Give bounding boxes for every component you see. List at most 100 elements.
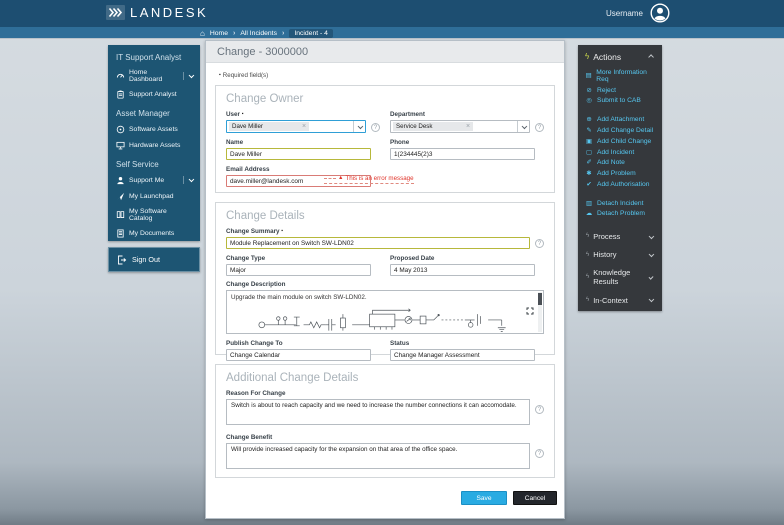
change-benefit-field[interactable]: Will provide increased capacity for the … [226, 443, 530, 469]
section-in-context[interactable]: ϟIn-Context [585, 291, 655, 309]
pin-icon: ϟ [586, 297, 589, 303]
section-process[interactable]: ϟProcess [585, 227, 655, 245]
reason-for-change-field[interactable]: Switch is about to reach capacity and we… [226, 399, 530, 425]
proposed-date-label: Proposed Date [390, 255, 535, 262]
sidebar-item-my-software-catalog[interactable]: My Software Catalog [114, 204, 194, 225]
landesk-logo: LANDESK [106, 5, 208, 20]
change-type-label: Change Type [226, 255, 371, 262]
sidebar-item-support-analyst[interactable]: Support Analyst [114, 86, 194, 102]
submit-icon: ◎ [585, 97, 593, 104]
phone-field[interactable]: 1(234445(2)3 [390, 148, 535, 160]
action-add-note[interactable]: ✐Add Note [585, 157, 655, 168]
action-add-attachment[interactable]: ⊕Add Attachment [585, 114, 655, 125]
change-description-label: Change Description [226, 281, 544, 288]
proposed-date-field[interactable]: 4 May 2013 [390, 264, 535, 276]
cancel-button[interactable]: Cancel [513, 491, 557, 505]
chevron-up-icon [648, 55, 653, 60]
sidebar-item-home-dashboard[interactable]: Home Dashboard [114, 65, 194, 86]
dropdown-cell [517, 121, 529, 132]
note-icon: ✐ [585, 159, 593, 166]
section-heading: Additional Change Details [226, 372, 544, 384]
expand-chevron-icon[interactable] [183, 176, 193, 184]
scrollbar-track[interactable] [538, 292, 542, 332]
top-header: LANDESK Username [0, 0, 784, 27]
action-reject[interactable]: ⊘Reject [585, 85, 655, 96]
sidebar-item-my-launchpad[interactable]: My Launchpad [114, 188, 194, 204]
pin-icon: ϟ [586, 274, 589, 280]
name-field[interactable]: Dave Miller [226, 148, 371, 160]
breadcrumb-all-incidents[interactable]: All Incidents [240, 30, 277, 37]
change-summary-field[interactable]: Module Replacement on Switch SW-LDN02 [226, 237, 530, 249]
change-owner-section: Change Owner User ▪ Dave Miller× ? Depar… [215, 85, 555, 193]
section-history[interactable]: ϟHistory [585, 246, 655, 264]
incident-icon: ▢ [585, 149, 593, 156]
rocket-icon [116, 192, 125, 201]
email-error-message: ▲ This is an error message [324, 175, 414, 184]
section-stats[interactable]: ϟStats [585, 309, 655, 311]
chevron-right-icon: › [233, 30, 235, 37]
sidebar-item-support-me[interactable]: Support Me [114, 172, 194, 188]
avatar-icon [650, 3, 670, 23]
user-combobox[interactable]: Dave Miller× [226, 120, 366, 133]
breadcrumb: ⌂ Home › All Incidents › Incident - 4 [200, 29, 333, 38]
scrollbar-thumb[interactable] [538, 293, 542, 305]
publish-change-to-field[interactable]: Change Calendar [226, 349, 371, 361]
status-field[interactable]: Change Manager Assessment [390, 349, 535, 361]
sidebar-section-self-service: Self Service [116, 160, 192, 169]
action-add-incident[interactable]: ▢Add Incident [585, 147, 655, 158]
pin-icon: ϟ [586, 233, 589, 239]
action-detach-problem[interactable]: ☁Detach Problem [585, 209, 655, 220]
help-icon[interactable]: ? [535, 449, 544, 458]
chevron-down-icon [358, 123, 363, 128]
sidebar-item-software-assets[interactable]: Software Assets [114, 121, 194, 137]
help-icon[interactable]: ? [535, 405, 544, 414]
change-form-panel: Change - 3000000 ▪Required field(s) Chan… [205, 40, 565, 519]
action-add-child-change[interactable]: ▣Add Child Change [585, 136, 655, 147]
change-description-editor[interactable]: Upgrade the main module on switch SW-LDN… [226, 290, 544, 334]
dashboard-gauge-icon [116, 71, 125, 80]
clear-icon[interactable]: × [466, 123, 470, 130]
chevron-right-icon: › [282, 30, 284, 37]
sign-out-button[interactable]: Sign Out [108, 247, 200, 272]
catalog-icon [116, 210, 125, 219]
chevron-down-icon [648, 233, 653, 238]
action-add-problem[interactable]: ✱Add Problem [585, 168, 655, 179]
info-document-icon: ▤ [585, 72, 592, 79]
reject-icon: ⊘ [585, 87, 593, 94]
action-more-information-req[interactable]: ▤More Information Req [585, 67, 655, 85]
section-heading: Change Details [226, 210, 544, 222]
action-add-change-detail[interactable]: ✎Add Change Detail [585, 125, 655, 136]
pencil-icon: ✎ [585, 127, 593, 134]
landesk-chevrons-icon [106, 5, 125, 20]
person-icon [116, 176, 125, 185]
breadcrumb-current[interactable]: Incident - 4 [289, 29, 333, 38]
save-button[interactable]: Save [461, 491, 507, 505]
circuit-diagram-image [255, 306, 527, 332]
user-label: User ▪ [226, 111, 366, 118]
section-knowledge-results[interactable]: ϟKnowledge Results [585, 264, 655, 291]
child-change-icon: ▣ [585, 138, 593, 145]
help-icon[interactable]: ? [535, 239, 544, 248]
problem-icon: ✱ [585, 170, 593, 177]
chevron-down-icon [648, 297, 653, 302]
authorisation-icon: ✔ [585, 181, 593, 188]
actions-header[interactable]: ϟ Actions [585, 52, 655, 67]
required-fields-note: ▪Required field(s) [219, 72, 268, 79]
action-detach-incident[interactable]: ▥Detach Incident [585, 198, 655, 209]
help-icon[interactable]: ? [535, 123, 544, 132]
expand-chevron-icon[interactable] [183, 72, 193, 80]
action-submit-to-cab[interactable]: ◎Submit to CAB [585, 96, 655, 107]
user-menu[interactable]: Username [606, 3, 670, 23]
breadcrumb-home[interactable]: Home [210, 30, 228, 37]
sidebar-item-hardware-assets[interactable]: Hardware Assets [114, 137, 194, 153]
detach-problem-icon: ☁ [585, 210, 593, 217]
help-icon[interactable]: ? [371, 123, 380, 132]
phone-label: Phone [390, 139, 535, 146]
expand-icon[interactable] [526, 307, 534, 315]
action-add-authorisation[interactable]: ✔Add Authorisation [585, 179, 655, 190]
clear-icon[interactable]: × [302, 123, 306, 130]
status-label: Status [390, 340, 535, 347]
department-combobox[interactable]: Service Desk× [390, 120, 530, 133]
change-type-field[interactable]: Major [226, 264, 371, 276]
sidebar-item-my-documents[interactable]: My Documents [114, 225, 194, 241]
